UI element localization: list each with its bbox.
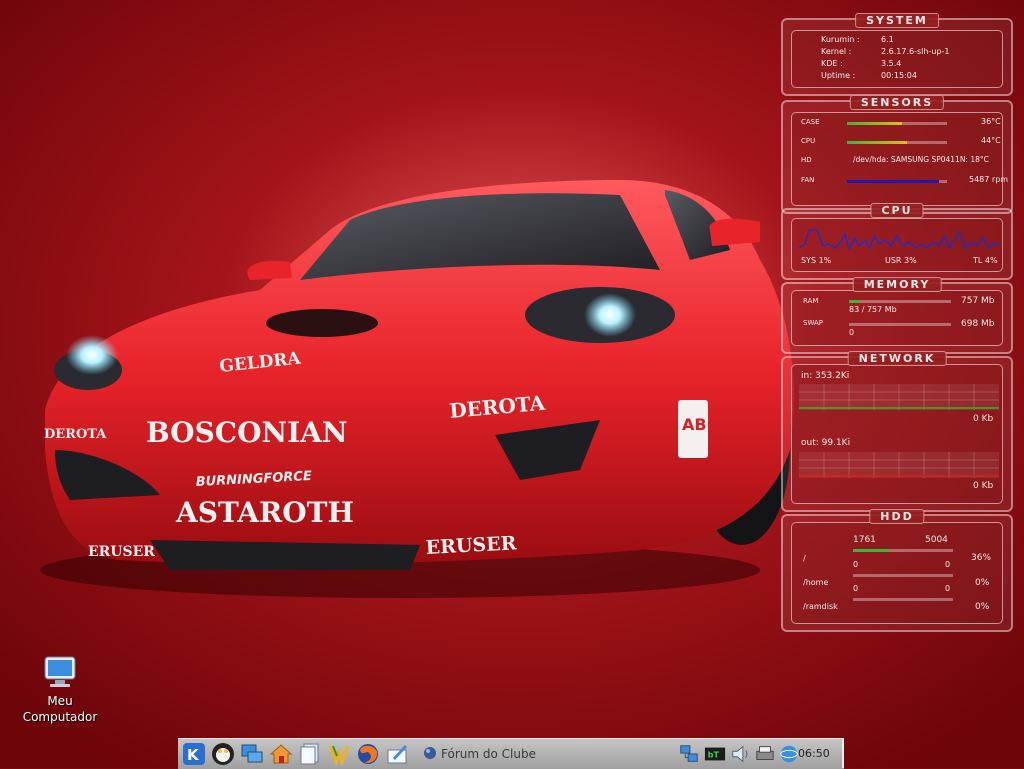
- hdd-percent: 0%: [975, 602, 990, 612]
- taskbar-task-label: Fórum do Clube: [441, 747, 536, 761]
- fan-speed-bar: [847, 180, 947, 183]
- system-value: 00:15:04: [881, 71, 917, 80]
- cpu-panel-title: cpu: [870, 203, 924, 218]
- penguin-icon[interactable]: [211, 742, 235, 766]
- volume-icon[interactable]: [730, 742, 752, 766]
- hdd-percent: 36%: [971, 553, 992, 563]
- hdd-mount: /home: [803, 578, 829, 587]
- swap-total: 698 Mb: [961, 319, 995, 329]
- hdd-panel: hdd 1761 5004 / 36% 0 0 /home 0% 0 0 /ra…: [777, 508, 1017, 632]
- hdd-used: 1761: [853, 535, 876, 545]
- cpu-usage-graph: [799, 229, 999, 250]
- hdd-usage-bar: [853, 598, 953, 601]
- fan-label: FAN: [801, 176, 815, 184]
- bittorrent-tray-icon[interactable]: bT: [704, 742, 726, 766]
- globe-icon[interactable]: [778, 742, 800, 766]
- editor-icon[interactable]: [385, 742, 409, 766]
- ram-total: 757 Mb: [961, 296, 995, 306]
- hdd-used: 0: [853, 560, 859, 569]
- taskbar: K Fórum do Clube bT 06:50: [178, 738, 844, 769]
- cpu-panel: cpu SYS 1% USR 3% TL 4%: [777, 202, 1017, 280]
- sensors-panel: sensors CASE 36°C CPU 44°C HD /dev/hda: …: [777, 94, 1017, 214]
- network-tray-icon[interactable]: [678, 742, 700, 766]
- firefox-icon[interactable]: [356, 742, 380, 766]
- race-car-image: GELDRA BOSCONIAN DEROTA DEROTA BURNINGFO…: [40, 180, 794, 598]
- documents-icon[interactable]: [298, 742, 322, 766]
- system-label: KDE :: [821, 59, 843, 68]
- desktop-icon-label-1: Meu: [47, 694, 73, 708]
- hdd-percent: 0%: [975, 578, 990, 588]
- hd-temp-label: HD: [801, 156, 812, 164]
- net-in-graph: [799, 384, 999, 410]
- net-in-value: 0 Kb: [973, 414, 994, 424]
- memory-panel-title: memory: [852, 277, 942, 292]
- kde-menu-icon[interactable]: K: [182, 742, 206, 766]
- network-panel-title: network: [847, 351, 947, 366]
- system-value: 2.6.17.6-slh-up-1: [881, 47, 950, 56]
- case-label: CASE: [801, 118, 820, 126]
- decal-eruser-left: ERUSER: [88, 544, 155, 560]
- hdd-total: 0: [945, 560, 951, 569]
- swap-used: 0: [849, 328, 855, 337]
- taskbar-edge: [842, 738, 844, 768]
- svg-text:K: K: [187, 746, 200, 764]
- decal-astaroth: ASTAROTH: [175, 496, 354, 529]
- hdd-used: 0: [853, 584, 859, 593]
- cpu-total-value: TL 4%: [973, 256, 998, 265]
- cpu-sys-value: SYS 1%: [801, 256, 832, 265]
- hdd-panel-title: hdd: [869, 509, 925, 524]
- cpu-temp-value: 44°C: [981, 136, 1001, 145]
- decal-derota-left: DEROTA: [44, 427, 107, 442]
- system-label: Kernel :: [821, 47, 852, 56]
- sensors-panel-title: sensors: [849, 95, 945, 110]
- decal-badge: AB: [682, 415, 707, 434]
- system-label: Kurumin :: [821, 35, 860, 44]
- network-desktop-icon[interactable]: [240, 742, 264, 766]
- ram-label: RAM: [803, 297, 819, 305]
- home-icon[interactable]: [269, 742, 293, 766]
- swap-usage-bar: [849, 323, 951, 326]
- globe-task-icon: [424, 747, 436, 759]
- taskbar-clock[interactable]: 06:50: [798, 747, 830, 760]
- ram-used: 83 / 757 Mb: [849, 305, 897, 314]
- cpu-temp-label: CPU: [801, 137, 816, 145]
- net-out-value: 0 Kb: [973, 481, 994, 491]
- fan-speed-value: 5487 rpm: [969, 175, 1009, 184]
- svg-text:bT: bT: [708, 750, 720, 760]
- system-value: 6.1: [881, 35, 894, 44]
- hdd-usage-bar: [853, 574, 953, 577]
- system-label: Uptime :: [821, 71, 856, 80]
- decal-bosconian: BOSCONIAN: [146, 416, 347, 449]
- hdd-mount: /: [803, 554, 806, 563]
- cpu-temp-bar: [847, 141, 947, 144]
- case-temp-value: 36°C: [981, 117, 1001, 126]
- desktop-icon-label-2: Computador: [22, 710, 98, 724]
- desktop-icon-my-computer[interactable]: Meu Computador: [14, 655, 106, 725]
- system-panel: system Kurumin : 6.1 Kernel : 2.6.17.6-s…: [777, 12, 1017, 96]
- monitor-icon: [44, 656, 76, 687]
- hdd-total: 5004: [925, 535, 948, 545]
- system-panel-title: system: [855, 13, 939, 28]
- network-panel: network in: 353.2Ki 0 Kb out: 99.1Ki: [777, 350, 1017, 512]
- case-temp-bar: [847, 122, 947, 125]
- net-out-graph: [799, 452, 999, 478]
- cpu-usr-value: USR 3%: [885, 256, 917, 265]
- memory-panel: memory RAM 757 Mb 83 / 757 Mb SWAP 698 M…: [777, 276, 1017, 354]
- ram-usage-bar: [849, 300, 951, 303]
- hdd-usage-bar: [853, 549, 953, 552]
- swap-label: SWAP: [803, 319, 823, 327]
- net-out-rate: out: 99.1Ki: [801, 438, 851, 448]
- system-monitor-widget: system Kurumin : 6.1 Kernel : 2.6.17.6-s…: [777, 12, 1017, 632]
- hd-temp-value: /dev/hda: SAMSUNG SP0411N: 18°C: [853, 155, 989, 164]
- kurumin-icon[interactable]: [327, 742, 351, 766]
- hdd-total: 0: [945, 584, 951, 593]
- hdd-mount: /ramdisk: [803, 602, 838, 611]
- system-value: 3.5.4: [881, 59, 902, 68]
- net-in-rate: in: 353.2Ki: [801, 371, 850, 381]
- printer-icon[interactable]: [754, 742, 776, 766]
